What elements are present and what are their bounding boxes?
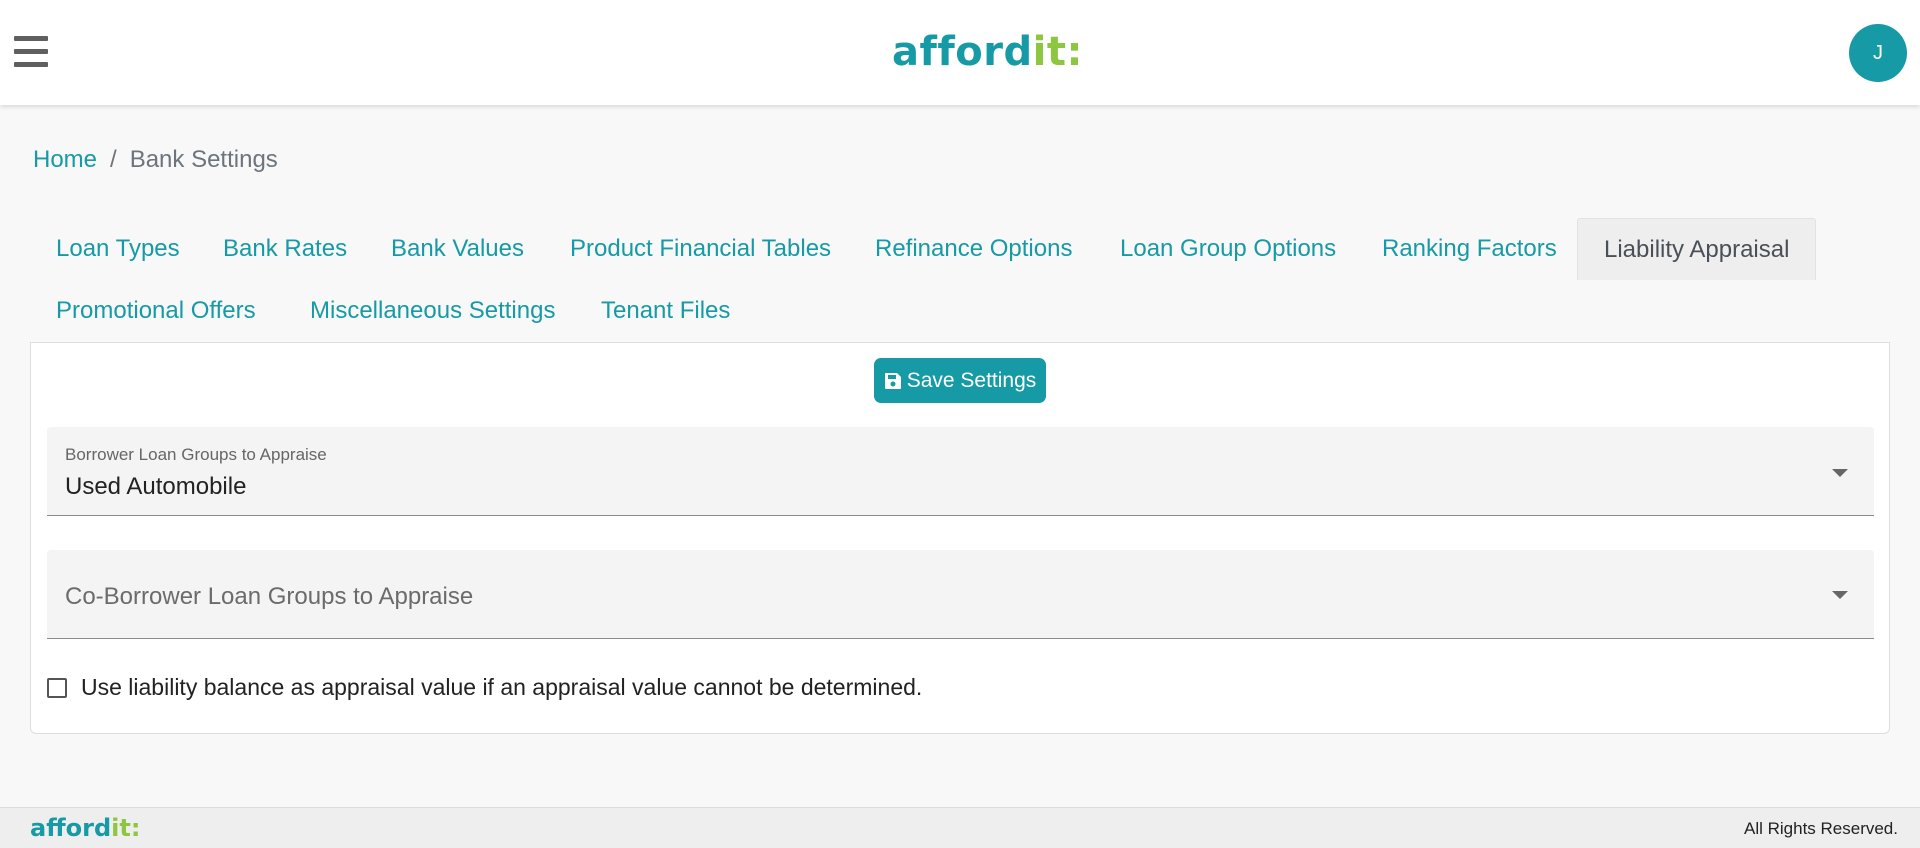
footer-rights-text: All Rights Reserved. [1743, 819, 1898, 838]
logo-text-main: afford [892, 29, 1033, 75]
use-balance-checkbox-row[interactable]: Use liability balance as appraisal value… [47, 674, 922, 701]
user-avatar[interactable]: J [1849, 24, 1907, 82]
tab-miscellaneous-settings[interactable]: Miscellaneous Settings [284, 280, 581, 342]
save-settings-label: Save Settings [906, 368, 1037, 392]
use-balance-checkbox[interactable] [47, 677, 67, 698]
logo-text-accent: it: [1032, 29, 1083, 75]
breadcrumb: Home / Bank Settings [33, 146, 278, 174]
coborrower-loan-groups-placeholder: Co-Borrower Loan Groups to Appraise [65, 583, 474, 610]
caret-down-icon [1832, 591, 1848, 599]
tab-refinance-options[interactable]: Refinance Options [849, 218, 1098, 280]
tab-loan-group-options[interactable]: Loan Group Options [1094, 218, 1362, 280]
footer-logo: affordit: [30, 812, 140, 844]
borrower-loan-groups-select[interactable]: Borrower Loan Groups to Appraise Used Au… [47, 427, 1874, 516]
use-balance-checkbox-label: Use liability balance as appraisal value… [81, 674, 923, 700]
save-settings-button[interactable]: Save Settings [874, 358, 1046, 403]
breadcrumb-current: Bank Settings [129, 146, 278, 173]
tab-bank-rates[interactable]: Bank Rates [197, 218, 373, 280]
footer: affordit: All Rights Reserved. [0, 807, 1920, 848]
caret-down-icon [1832, 469, 1848, 477]
hamburger-menu-icon[interactable] [14, 36, 48, 67]
tab-promotional-offers[interactable]: Promotional Offers [30, 280, 282, 342]
footer-logo-text-main: afford [30, 814, 112, 842]
coborrower-loan-groups-select[interactable]: Co-Borrower Loan Groups to Appraise [47, 550, 1874, 639]
breadcrumb-separator: / [110, 146, 117, 173]
top-navbar: affordit: J [0, 0, 1920, 105]
affordit-logo[interactable]: affordit: [892, 26, 1083, 78]
tab-ranking-factors[interactable]: Ranking Factors [1356, 218, 1583, 280]
borrower-loan-groups-value: Used Automobile [65, 473, 247, 500]
borrower-loan-groups-label: Borrower Loan Groups to Appraise [65, 445, 327, 464]
tab-product-financial-tables[interactable]: Product Financial Tables [544, 218, 857, 280]
tab-loan-types[interactable]: Loan Types [30, 218, 206, 280]
tab-tenant-files[interactable]: Tenant Files [575, 280, 756, 342]
footer-logo-text-accent: it: [111, 814, 141, 842]
breadcrumb-home-link[interactable]: Home [33, 146, 97, 173]
tab-bank-values[interactable]: Bank Values [365, 218, 550, 280]
tab-liability-appraisal[interactable]: Liability Appraisal [1577, 218, 1816, 280]
floppy-disk-icon [884, 372, 901, 389]
